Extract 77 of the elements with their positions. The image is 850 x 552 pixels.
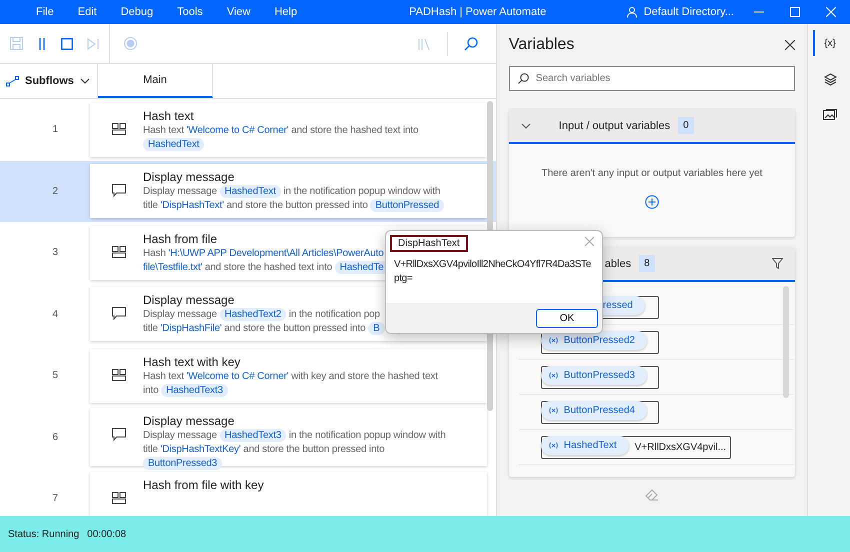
variable-icon bbox=[548, 442, 558, 448]
action-description: Hash text 'Welcome to C# Corner' and store the hashed text into HashedText bbox=[143, 124, 418, 152]
empty-message: There aren't any input or output variables here yet bbox=[541, 168, 762, 179]
action-description: Display message HashedText2 in the notification pop title 'DispHashFile' and store the button pressed into B bbox=[143, 308, 385, 336]
menu-item[interactable]: Tools bbox=[165, 6, 215, 18]
count-badge: 8 bbox=[639, 255, 655, 272]
line-number: 4 bbox=[52, 308, 58, 320]
line-number: 6 bbox=[52, 432, 58, 443]
search-field[interactable]: Search variables bbox=[508, 66, 796, 91]
action-blocks-icon bbox=[110, 368, 128, 381]
variable-chip[interactable]: ButtonPressed4 bbox=[540, 400, 647, 420]
search-icon[interactable] bbox=[464, 36, 478, 50]
dialog-message: V+RllDxsXGV4pviloIll2NheCkO4Yfl7R4Da3STeptg= bbox=[393, 258, 592, 286]
section-title: Input / output variables bbox=[558, 120, 670, 132]
action-description: Hash text 'Welcome to C# Corner' with key and store the hashed text into HashedText3 bbox=[143, 370, 438, 398]
count-badge: 0 bbox=[678, 117, 694, 134]
menu-item[interactable]: Help bbox=[262, 6, 310, 18]
line-number: 7 bbox=[52, 493, 58, 504]
message-icon bbox=[110, 184, 128, 198]
subflows-dropdown[interactable]: Subflows bbox=[0, 64, 98, 98]
image-icon bbox=[823, 109, 838, 121]
person-icon bbox=[626, 6, 638, 18]
flow-tab[interactable]: Main bbox=[98, 64, 213, 98]
action-description: Display message HashedText in the notification popup window with title 'DispHashText' and store the button pressed into ButtonPressed bbox=[143, 185, 444, 214]
layers-icon bbox=[824, 72, 837, 86]
action-blocks-icon bbox=[110, 246, 128, 258]
pause-icon[interactable] bbox=[37, 38, 47, 50]
add-icon[interactable] bbox=[644, 195, 659, 209]
panel-title: Variables bbox=[508, 36, 574, 54]
variable-field[interactable]: ButtonPressed3 bbox=[540, 366, 659, 388]
variable-icon bbox=[548, 336, 558, 344]
ok-button[interactable]: OK bbox=[536, 308, 598, 328]
filter-icon[interactable] bbox=[772, 258, 784, 269]
close-icon[interactable] bbox=[785, 40, 796, 50]
chevron-icon[interactable] bbox=[520, 122, 531, 128]
action-title: Hash from file bbox=[143, 232, 218, 246]
action-description: Display message HashedText3 in the notification popup window with title 'DispHashTextKey' and store the button pressed into ButtonPressed3 bbox=[143, 429, 446, 472]
line-number: 5 bbox=[52, 370, 58, 382]
section-title: ables bbox=[604, 258, 632, 270]
message-icon bbox=[110, 307, 128, 320]
scrollbar[interactable] bbox=[783, 286, 790, 398]
variables-tab[interactable]: {x} bbox=[813, 30, 846, 56]
line-number: 1 bbox=[52, 124, 58, 136]
variable-chip[interactable]: HashedText bbox=[540, 436, 629, 454]
variable-chip[interactable]: ButtonPressed3 bbox=[540, 366, 647, 384]
action-title: Hash text with key bbox=[143, 354, 242, 369]
window-title: PADHash | Power Automate bbox=[409, 6, 546, 18]
variable-icon bbox=[548, 406, 558, 414]
message-icon bbox=[110, 428, 128, 442]
search-icon bbox=[518, 73, 529, 84]
chevron-icon bbox=[80, 78, 90, 84]
action-title: Hash text bbox=[143, 108, 195, 123]
flow-step[interactable]: 2 Display message Display message HashedText in the notification popup window with title 'DispHashText' and store the button pressed into ButtonPressed bbox=[0, 160, 496, 222]
dialog-title: DispHashText bbox=[390, 235, 468, 252]
menu-item[interactable]: Debug bbox=[108, 6, 166, 18]
variable-field[interactable]: ButtonPressed4 bbox=[540, 400, 659, 424]
action-blocks-icon bbox=[110, 492, 128, 504]
action-title: Display message bbox=[143, 293, 236, 308]
action-blocks-icon bbox=[110, 122, 128, 135]
action-title: Display message bbox=[143, 414, 236, 428]
line-number: 3 bbox=[52, 247, 58, 258]
action-description: Hash 'H:\UWP APP Development\All Articles\PowerAuto file\Testfile.txt' and store the hashed text into HashedTe bbox=[143, 246, 389, 275]
variable-icon bbox=[548, 372, 558, 378]
account-name[interactable]: Default Directory... bbox=[644, 6, 734, 18]
action-title: Hash from file with key bbox=[143, 478, 264, 492]
stop-icon[interactable] bbox=[61, 38, 73, 50]
menu-item[interactable]: File bbox=[24, 6, 66, 18]
line-number: 2 bbox=[52, 186, 58, 197]
elapsed-time: 00:00:08 bbox=[87, 528, 126, 540]
subflows-icon bbox=[6, 76, 19, 86]
variable-field[interactable]: HashedText V+RllDxsXGV4pvil... bbox=[540, 436, 732, 458]
status-text: Status: Running bbox=[8, 528, 80, 540]
maximize-icon[interactable] bbox=[790, 7, 800, 17]
variable-value: V+RllDxsXGV4pvil... bbox=[634, 442, 728, 452]
action-title: Display message bbox=[143, 170, 236, 184]
menu-item[interactable]: Edit bbox=[66, 6, 109, 18]
menu-item[interactable]: View bbox=[214, 6, 262, 18]
